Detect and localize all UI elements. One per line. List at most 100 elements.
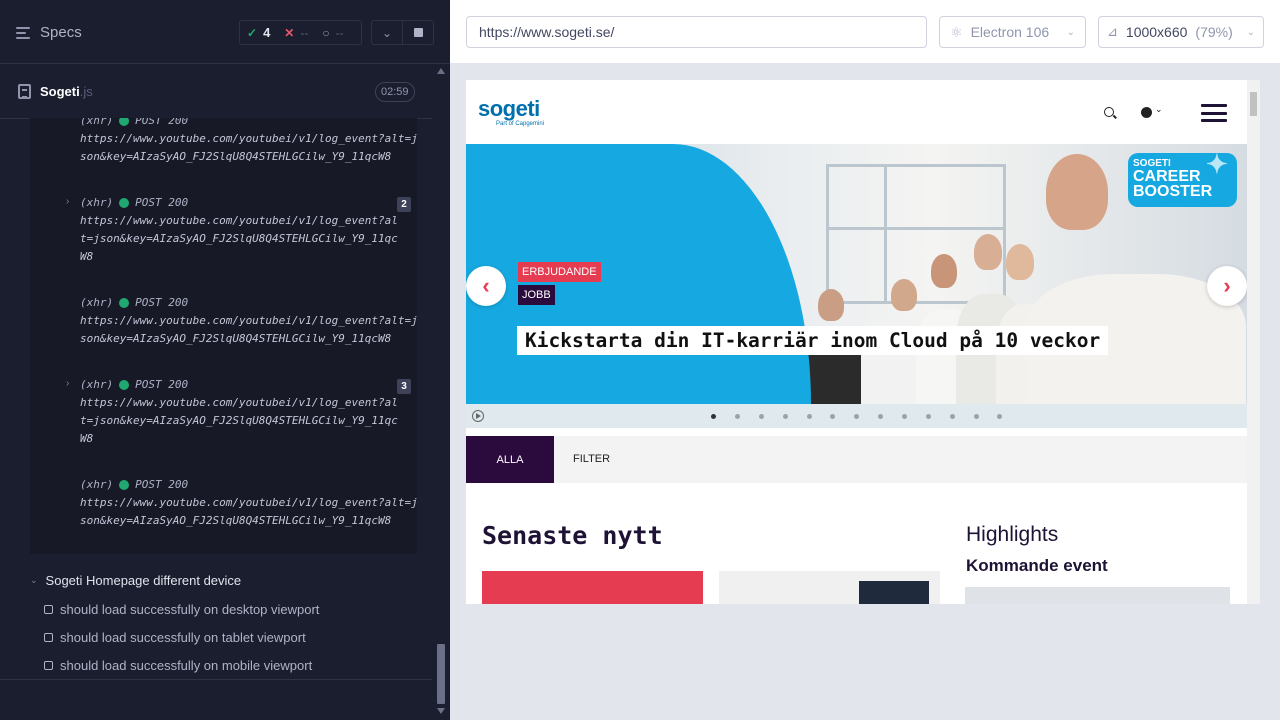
- event-heading: Kommande event: [966, 556, 1108, 575]
- status-dot-icon: [119, 298, 130, 308]
- status-dot-icon: [119, 380, 130, 390]
- log-entry[interactable]: (xhr) POST 200 https://www.youtube.com/yo…: [80, 118, 417, 166]
- pending-test-icon: [44, 605, 53, 614]
- carousel-prev-button[interactable]: ‹: [466, 266, 506, 306]
- chevron-down-icon: ⌄: [30, 575, 38, 585]
- hero-headline[interactable]: Kickstarta din IT-karriär inom Cloud på …: [517, 326, 1109, 355]
- specs-toggle[interactable]: Specs: [16, 24, 82, 41]
- command-log: (xhr) POST 200 https://www.youtube.com/yo…: [30, 118, 417, 554]
- carousel-dot[interactable]: [759, 414, 764, 419]
- log-url: https://www.youtube.com/youtubei/v1/log_…: [80, 214, 398, 263]
- divider: [0, 679, 432, 680]
- test-item[interactable]: should load successfully on tablet viewp…: [44, 630, 306, 645]
- specs-list-icon: [16, 26, 32, 40]
- carousel-dot[interactable]: [854, 414, 859, 419]
- chevron-down-button[interactable]: ⌄: [372, 21, 403, 44]
- iframe-scrollbar[interactable]: [1247, 80, 1260, 604]
- status-dot-icon: [119, 480, 130, 490]
- scroll-down-icon[interactable]: [437, 708, 445, 714]
- browser-selector[interactable]: ⚛ Electron 106 ⌄: [939, 16, 1086, 48]
- spec-file-header[interactable]: Sogeti.js 02:59: [0, 64, 432, 119]
- site-header: sogeti Part of Capgemini ⌄: [466, 80, 1247, 144]
- log-entry[interactable]: (xhr) POST 200 https://www.youtube.com/yo…: [80, 294, 417, 348]
- chevron-down-icon[interactable]: ⌄: [1155, 104, 1163, 115]
- stop-icon: [413, 28, 423, 37]
- passed-count: 4: [263, 25, 271, 40]
- scrollbar-thumb[interactable]: [437, 644, 445, 704]
- log-url: https://www.youtube.com/youtubei/v1/log_…: [80, 396, 398, 445]
- test-item[interactable]: should load successfully on mobile viewp…: [44, 658, 312, 673]
- play-icon[interactable]: [472, 410, 484, 422]
- tab-all[interactable]: ALLA: [466, 436, 554, 483]
- star-icon: ✦: [1206, 149, 1228, 179]
- pending-stat: ○ --: [315, 26, 350, 40]
- log-count-badge: 3: [397, 379, 411, 394]
- suite-title[interactable]: ⌄ Sogeti Homepage different device: [30, 573, 241, 588]
- carousel-dot[interactable]: [711, 414, 716, 419]
- career-booster-badge[interactable]: SOGETI CAREER BOOSTER ✦: [1128, 149, 1237, 207]
- scroll-up-icon[interactable]: [437, 68, 445, 74]
- chevron-right-icon: ›: [1223, 273, 1231, 298]
- hero-carousel: SOGETI CAREER BOOSTER ✦ ERBJUDANDE JOBB …: [466, 144, 1247, 404]
- pending-icon: ○: [322, 25, 330, 40]
- carousel-dot[interactable]: [902, 414, 907, 419]
- carousel-dot[interactable]: [974, 414, 979, 419]
- chevron-left-icon: ‹: [482, 273, 490, 298]
- carousel-dot[interactable]: [807, 414, 812, 419]
- carousel-dot[interactable]: [878, 414, 883, 419]
- chevron-down-icon: ⌄: [1066, 26, 1075, 38]
- reporter-header: Specs ✓ 4 ✕ -- ○ -- ⌄: [0, 0, 450, 64]
- search-icon[interactable]: [1104, 107, 1114, 117]
- aut-header: https://www.sogeti.se/ ⚛ Electron 106 ⌄ …: [450, 0, 1280, 64]
- aut-panel: https://www.sogeti.se/ ⚛ Electron 106 ⌄ …: [450, 0, 1280, 720]
- log-entry[interactable]: (xhr) POST 200 https://www.youtube.com/yo…: [80, 376, 417, 448]
- carousel-next-button[interactable]: ›: [1207, 266, 1247, 306]
- chevron-right-icon[interactable]: ›: [66, 196, 69, 207]
- globe-icon[interactable]: [1141, 107, 1152, 118]
- failed-count: --: [300, 25, 309, 40]
- pending-count: --: [335, 25, 344, 40]
- pending-test-icon: [44, 661, 53, 670]
- menu-icon[interactable]: [1201, 104, 1227, 122]
- test-item[interactable]: should load successfully on desktop view…: [44, 602, 319, 617]
- news-card[interactable]: [719, 571, 940, 604]
- carousel-dot[interactable]: [950, 414, 955, 419]
- scrollbar-thumb[interactable]: [1250, 92, 1257, 116]
- failed-stat: ✕ --: [277, 26, 315, 40]
- category-tag[interactable]: JOBB: [518, 285, 555, 305]
- log-count-badge: 2: [397, 197, 411, 212]
- chevron-right-icon[interactable]: ›: [66, 378, 69, 389]
- carousel-dot[interactable]: [783, 414, 788, 419]
- check-icon: ✓: [247, 25, 258, 40]
- news-heading: Senaste nytt: [482, 521, 663, 550]
- filter-tabs: ALLA FILTER: [466, 436, 1247, 483]
- stop-button[interactable]: [403, 21, 433, 44]
- sogeti-logo[interactable]: sogeti Part of Capgemini: [478, 96, 544, 127]
- viewport-info[interactable]: ⊿ 1000x660 (79%) ⌄: [1098, 16, 1264, 48]
- electron-icon: ⚛: [950, 23, 963, 40]
- event-card[interactable]: [965, 587, 1230, 604]
- app-iframe: sogeti Part of Capgemini ⌄ SOGETI CAREER…: [466, 80, 1260, 604]
- log-url: https://www.youtube.com/youtubei/v1/log_…: [80, 132, 417, 163]
- log-entry[interactable]: (xhr) POST 200 https://www.youtube.com/yo…: [80, 194, 417, 266]
- carousel-pagination: [466, 404, 1247, 428]
- highlights-heading: Highlights: [966, 523, 1059, 546]
- carousel-dot[interactable]: [997, 414, 1002, 419]
- x-icon: ✕: [284, 25, 295, 40]
- news-card[interactable]: [482, 571, 703, 604]
- cypress-runner: Specs ✓ 4 ✕ -- ○ -- ⌄ Sogeti.js 02:59 (x…: [0, 0, 1280, 720]
- log-entry[interactable]: (xhr) POST 200 https://www.youtube.com/yo…: [80, 476, 417, 530]
- log-url: https://www.youtube.com/youtubei/v1/log_…: [80, 496, 417, 527]
- category-tag[interactable]: ERBJUDANDE: [518, 262, 601, 282]
- reporter-panel: Specs ✓ 4 ✕ -- ○ -- ⌄ Sogeti.js 02:59 (x…: [0, 0, 450, 720]
- tab-filter[interactable]: FILTER: [573, 453, 610, 465]
- url-bar[interactable]: https://www.sogeti.se/: [466, 16, 927, 48]
- carousel-dot[interactable]: [926, 414, 931, 419]
- chevron-down-icon: ⌄: [381, 25, 393, 40]
- chevron-down-icon: ⌄: [1246, 26, 1255, 38]
- carousel-dot[interactable]: [735, 414, 740, 419]
- log-url: https://www.youtube.com/youtubei/v1/log_…: [80, 314, 417, 345]
- spec-file-name: Sogeti.js: [40, 84, 93, 99]
- carousel-dot[interactable]: [830, 414, 835, 419]
- reporter-scrollbar[interactable]: [432, 64, 450, 720]
